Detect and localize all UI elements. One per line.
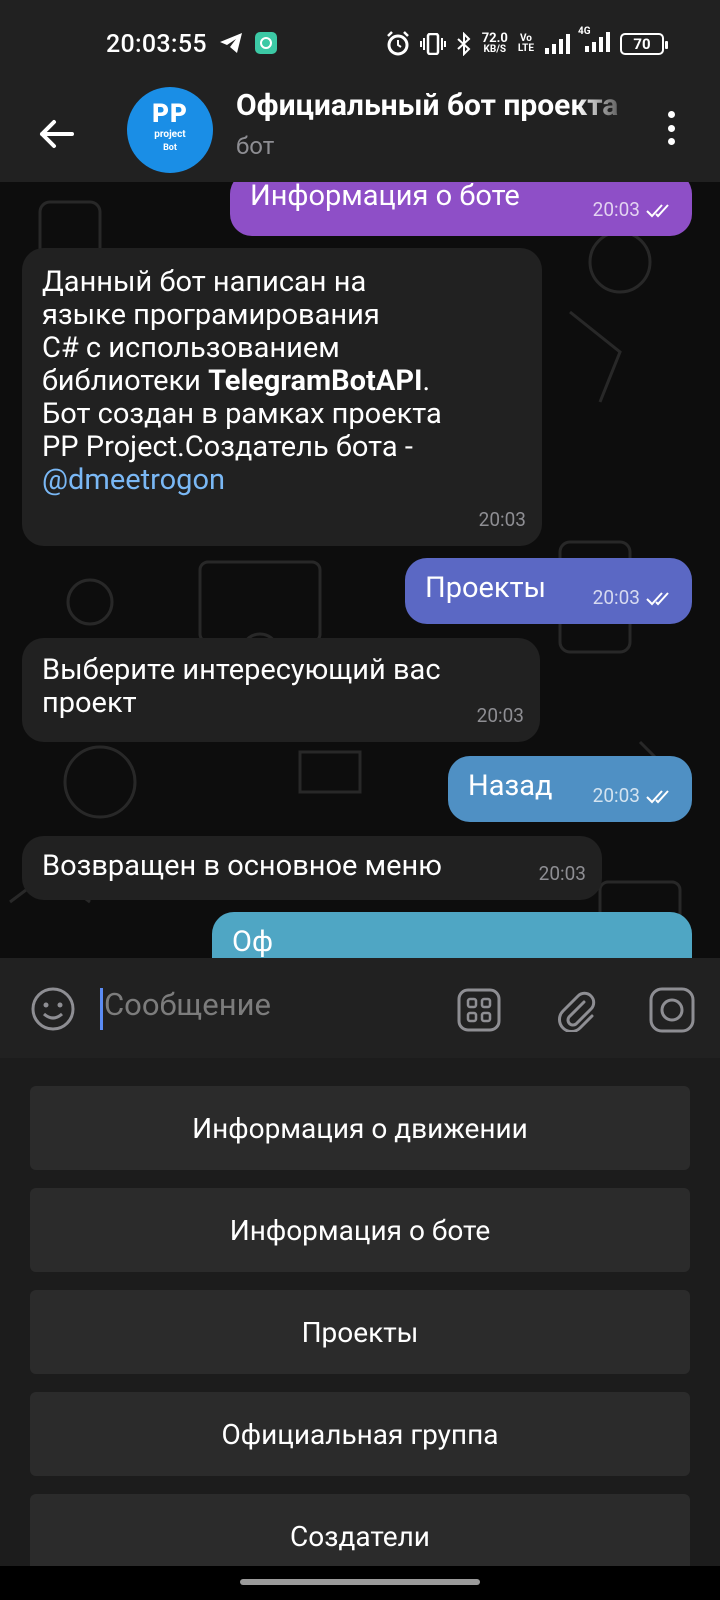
double-check-icon [646, 203, 669, 217]
message-bubble-incoming[interactable]: Данный бот написан на языке програмирова… [22, 248, 542, 546]
volte-indicator: Vo LTE [517, 33, 534, 54]
system-nav-bar [0, 1566, 720, 1600]
double-check-icon [646, 789, 669, 803]
keyboard-button-projects[interactable]: Проекты [30, 1290, 690, 1374]
status-bar: 20:03:55 72.0 KB/S Vo LTE 4G 70 [0, 0, 720, 90]
chat-subtitle: бот [236, 132, 275, 160]
bot-reply-keyboard: Информация о движении Информация о боте … [0, 1058, 720, 1600]
text-cursor [100, 988, 103, 1030]
home-gesture-bar[interactable] [240, 1579, 480, 1585]
telegram-icon [218, 30, 244, 56]
battery-indicator: 70 [620, 33, 668, 55]
bot-keyboard-button[interactable] [455, 986, 503, 1034]
message-text: Выберите интересующий вас проект [42, 653, 441, 720]
message-input[interactable]: Сообщение [104, 986, 271, 1023]
app-notification-icon [254, 30, 278, 56]
message-bubble-incoming[interactable]: Возвращен в основное меню 20:03 [22, 836, 602, 900]
emoji-icon [31, 987, 75, 1031]
message-bubble-outgoing[interactable]: Информация о боте 20:03 [230, 182, 692, 236]
emoji-button[interactable] [30, 986, 76, 1032]
network-speed: 72.0 KB/S [481, 31, 508, 55]
keyboard-button-official-group[interactable]: Официальная группа [30, 1392, 690, 1476]
camera-button[interactable] [648, 986, 696, 1034]
keyboard-button-movement-info[interactable]: Информация о движении [30, 1086, 690, 1170]
chat-header: PP project Bot Официальный бот проекта б… [0, 87, 720, 182]
message-bubble-incoming[interactable]: Выберите интересующий вас проект 20:03 [22, 638, 540, 742]
message-bubble-outgoing[interactable]: Оф [212, 912, 692, 958]
keyboard-grid-icon [457, 988, 501, 1032]
message-input-bar: Сообщение [0, 958, 720, 1058]
bot-avatar[interactable]: PP project Bot [127, 87, 213, 173]
creator-username-link[interactable]: @dmeetrogon [42, 464, 522, 497]
signal-icon-2: 4G [578, 27, 610, 57]
back-button[interactable] [30, 108, 82, 160]
alarm-icon [386, 31, 409, 56]
status-time: 20:03:55 [106, 30, 207, 59]
vibrate-icon [419, 33, 446, 55]
bluetooth-icon [457, 32, 471, 56]
attach-button[interactable] [552, 986, 600, 1034]
chat-area[interactable]: Информация о боте 20:03 Данный бот напис… [0, 182, 720, 958]
message-bubble-outgoing[interactable]: Назад 20:03 [448, 756, 692, 822]
message-bubble-outgoing[interactable]: Проекты 20:03 [405, 558, 692, 624]
arrow-left-icon [40, 120, 74, 148]
message-text: Данный бот написан на языке програмирова… [42, 266, 522, 497]
paperclip-icon [558, 991, 596, 1032]
chat-title[interactable]: Официальный бот проекта [236, 88, 636, 123]
more-options-icon[interactable] [656, 108, 686, 148]
double-check-icon [646, 591, 669, 605]
signal-icon-1 [545, 34, 570, 54]
camera-icon [649, 987, 695, 1033]
keyboard-button-bot-info[interactable]: Информация о боте [30, 1188, 690, 1272]
